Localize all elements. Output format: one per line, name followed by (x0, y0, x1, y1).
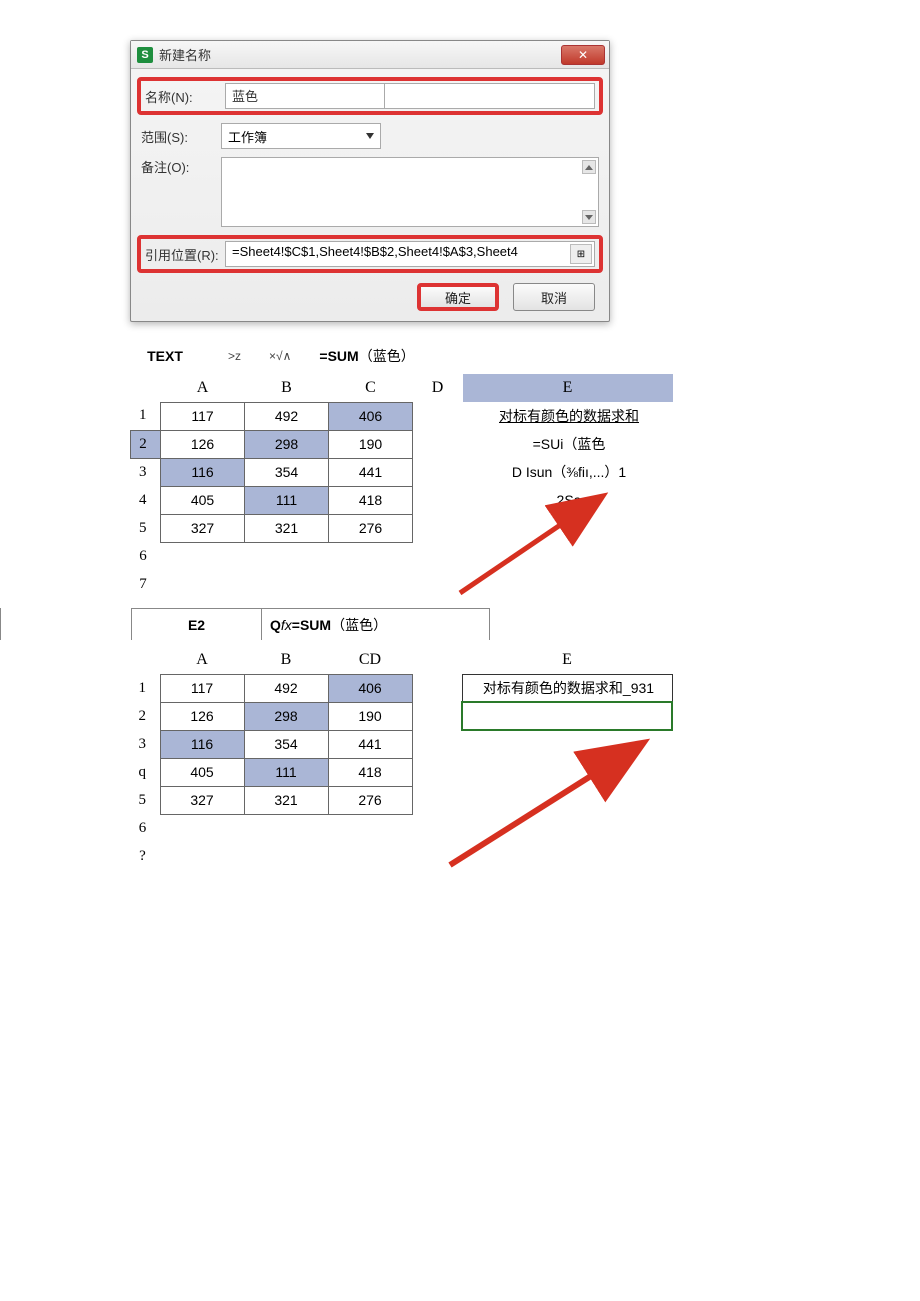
cell-C1[interactable]: 406 (329, 402, 413, 430)
colhead2-gap[interactable] (412, 646, 462, 674)
cell2-C5[interactable]: 276 (328, 786, 412, 814)
colhead-D[interactable]: D (413, 374, 463, 402)
formula-text-2[interactable]: Qfx=SUM（蓝色） (262, 609, 489, 640)
cell2-A1[interactable]: 117 (160, 674, 244, 702)
cancel-button[interactable]: 取消 (513, 283, 595, 311)
cell-D2[interactable] (413, 430, 463, 458)
formula-bar-2: E2 Qfx=SUM（蓝色） (131, 608, 490, 640)
cell2-B5[interactable]: 321 (244, 786, 328, 814)
cell-E2[interactable]: =SUi（蓝色 (463, 430, 673, 458)
row-6[interactable]: 6 (131, 542, 161, 570)
name-input-ext[interactable] (384, 83, 595, 109)
row-3[interactable]: 3 (131, 458, 161, 486)
cell-C5[interactable]: 276 (329, 514, 413, 542)
colhead2-CD[interactable]: CD (328, 646, 412, 674)
cell-D3[interactable] (413, 458, 463, 486)
cell-B4[interactable]: 111 (245, 486, 329, 514)
close-button[interactable]: ✕ (561, 45, 605, 65)
formula-text[interactable]: =SUM（蓝色） (319, 346, 414, 366)
new-name-dialog: S 新建名称 ✕ 名称(N): 蓝色 范围(S): 工作簿 备注(O): (130, 40, 610, 322)
refersto-row-highlight: 引用位置(R): =Sheet4!$C$1,Sheet4!$B$2,Sheet4… (137, 235, 603, 273)
refersto-label: 引用位置(R): (145, 245, 225, 264)
cell-B2[interactable]: 298 (245, 430, 329, 458)
cell-C2[interactable]: 190 (329, 430, 413, 458)
fx-ctrl-1[interactable]: >z (228, 349, 241, 363)
spreadsheet-2: A B CD E 1 117 492 406 对标有颜色的数据求和_931 2 … (130, 646, 920, 870)
scope-label: 范围(S): (141, 127, 221, 146)
name-input[interactable]: 蓝色 (225, 83, 385, 109)
cell-C4[interactable]: 418 (329, 486, 413, 514)
cell-D4[interactable] (413, 486, 463, 514)
dialog-title: 新建名称 (159, 45, 211, 64)
cell2-B4[interactable]: 111 (244, 758, 328, 786)
row2-3[interactable]: 3 (130, 730, 160, 758)
cell-E3[interactable]: D Isun（⅜fiı,...）1 (463, 458, 673, 486)
name-label: 名称(N): (145, 87, 225, 106)
cell2-E2-selected[interactable] (462, 702, 672, 730)
formula-bar-1: TEXT >z ×√∧ =SUM（蓝色） (130, 346, 920, 366)
row-2[interactable]: 2 (131, 430, 161, 458)
name-box-2[interactable]: E2 (132, 609, 262, 640)
cell2-B3[interactable]: 354 (244, 730, 328, 758)
cell2-A2[interactable]: 126 (160, 702, 244, 730)
row-1[interactable]: 1 (131, 402, 161, 430)
refersto-value: =Sheet4!$C$1,Sheet4!$B$2,Sheet4!$A$3,She… (232, 244, 518, 259)
cell-D1[interactable] (413, 402, 463, 430)
colhead2-A[interactable]: A (160, 646, 244, 674)
cell-A1[interactable]: 117 (161, 402, 245, 430)
row2-5[interactable]: 5 (130, 786, 160, 814)
name-box[interactable]: TEXT (130, 348, 200, 364)
app-icon: S (137, 47, 153, 63)
scroll-up-button[interactable] (582, 160, 596, 174)
colhead2-E[interactable]: E (462, 646, 672, 674)
spreadsheet-1: A B C D E 1 117 492 406 对标有颜色的数据求和 2 126… (130, 374, 920, 598)
cell-C3[interactable]: 441 (329, 458, 413, 486)
colhead2-B[interactable]: B (244, 646, 328, 674)
scope-select[interactable]: 工作簿 (221, 123, 381, 149)
scroll-down-button[interactable] (582, 210, 596, 224)
cell2-B1[interactable]: 492 (244, 674, 328, 702)
comment-textarea[interactable] (221, 157, 599, 227)
row2-7[interactable]: ? (130, 842, 160, 870)
cell-A2[interactable]: 126 (161, 430, 245, 458)
cell2-A5[interactable]: 327 (160, 786, 244, 814)
comment-label: 备注(O): (141, 157, 221, 176)
dialog-titlebar: S 新建名称 ✕ (131, 41, 609, 69)
cell2-C4[interactable]: 418 (328, 758, 412, 786)
colhead-C[interactable]: C (329, 374, 413, 402)
colhead-E[interactable]: E (463, 374, 673, 402)
name-row-highlight: 名称(N): 蓝色 (137, 77, 603, 115)
row2-6[interactable]: 6 (130, 814, 160, 842)
cell-A5[interactable]: 327 (161, 514, 245, 542)
ok-button[interactable]: 确定 (417, 283, 499, 311)
row2-4[interactable]: q (130, 758, 160, 786)
refersto-input[interactable]: =Sheet4!$C$1,Sheet4!$B$2,Sheet4!$A$3,She… (225, 241, 595, 267)
scope-value: 工作簿 (228, 127, 267, 146)
row2-2[interactable]: 2 (130, 702, 160, 730)
cell-B5[interactable]: 321 (245, 514, 329, 542)
cell2-A3[interactable]: 116 (160, 730, 244, 758)
cell2-C3[interactable]: 441 (328, 730, 412, 758)
cell2-C2[interactable]: 190 (328, 702, 412, 730)
cell-E4[interactable]: 2Sa (463, 486, 673, 514)
row2-1[interactable]: 1 (130, 674, 160, 702)
cell2-C1[interactable]: 406 (328, 674, 412, 702)
row-7[interactable]: 7 (131, 570, 161, 598)
cell-E1[interactable]: 对标有颜色的数据求和 (463, 402, 673, 430)
row-4[interactable]: 4 (131, 486, 161, 514)
cell2-A4[interactable]: 405 (160, 758, 244, 786)
cell-A3[interactable]: 116 (161, 458, 245, 486)
range-selector-icon[interactable]: ⊞ (570, 244, 592, 264)
cell2-E1[interactable]: 对标有颜色的数据求和_931 (462, 674, 672, 702)
cell-B1[interactable]: 492 (245, 402, 329, 430)
cell2-B2[interactable]: 298 (244, 702, 328, 730)
colhead-A[interactable]: A (161, 374, 245, 402)
colhead-B[interactable]: B (245, 374, 329, 402)
row-5[interactable]: 5 (131, 514, 161, 542)
fx-ctrl-2[interactable]: ×√∧ (269, 349, 291, 363)
chevron-down-icon (366, 133, 374, 139)
cell-B3[interactable]: 354 (245, 458, 329, 486)
cell-A4[interactable]: 405 (161, 486, 245, 514)
